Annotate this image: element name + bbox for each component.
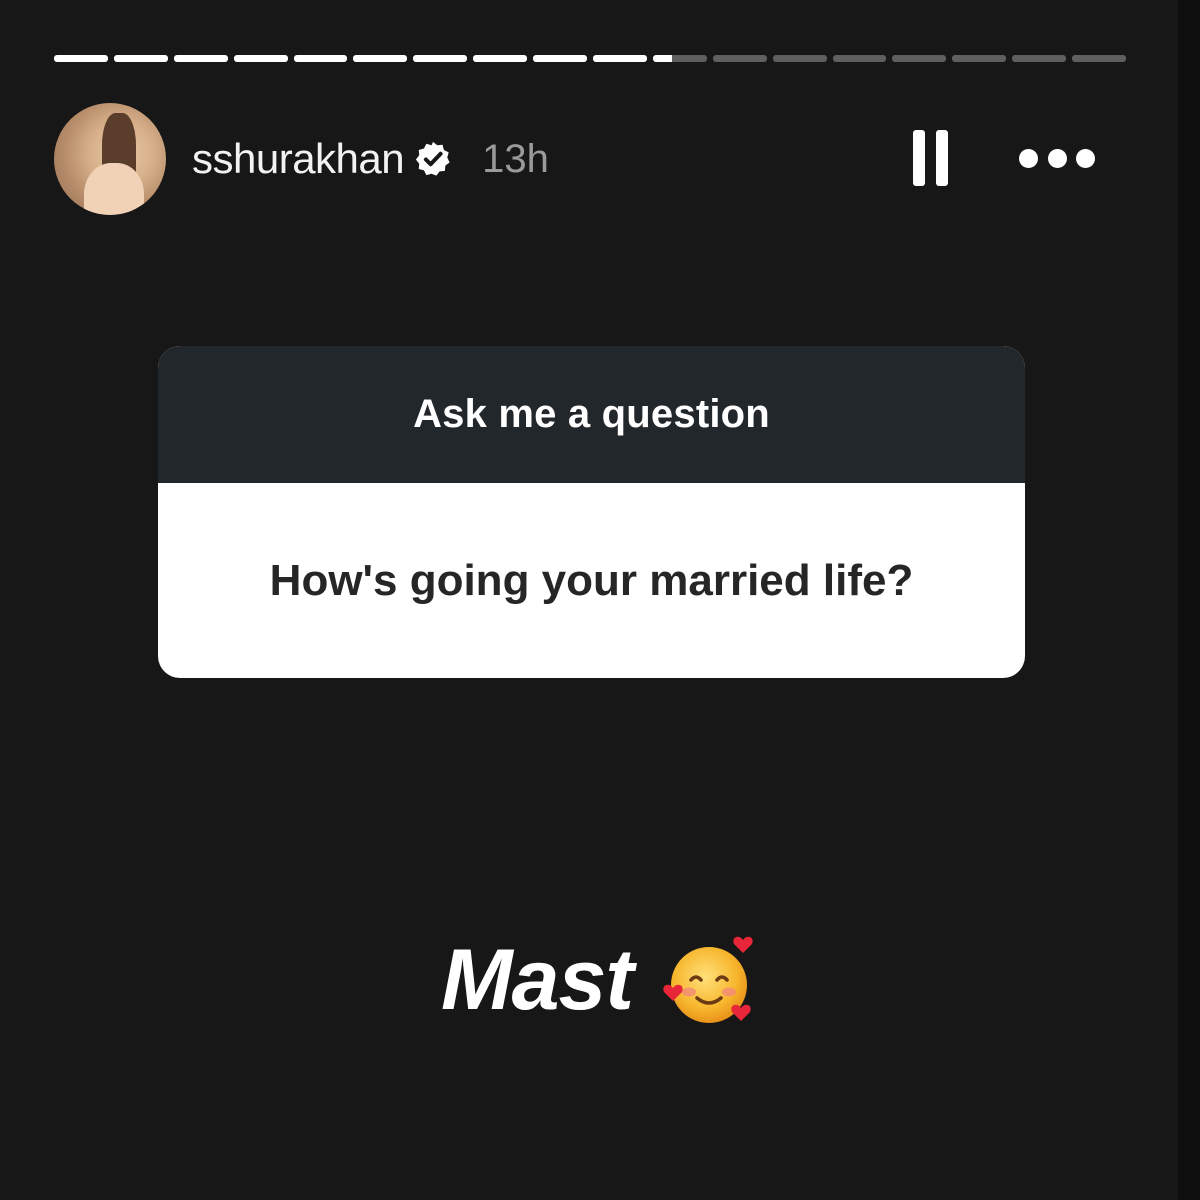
progress-segment: [952, 55, 1007, 62]
pause-button[interactable]: [913, 130, 949, 186]
story-header: sshurakhan 13h: [54, 103, 1134, 215]
more-options-button[interactable]: [1019, 147, 1095, 169]
progress-segment: [113, 55, 168, 62]
more-options-icon-dot: [1076, 148, 1095, 168]
profile-avatar[interactable]: [54, 103, 166, 215]
progress-segment: [173, 55, 228, 62]
progress-segment: [1072, 55, 1127, 62]
progress-segment: [832, 55, 887, 62]
smiling-face-with-hearts-emoji: [663, 936, 753, 1023]
more-options-icon-dot: [1047, 148, 1067, 168]
question-sticker-text: How's going your married life?: [269, 555, 914, 605]
more-options-icon-dot: [1019, 148, 1038, 168]
progress-segment: [1012, 55, 1067, 62]
progress-segment: [293, 55, 348, 62]
post-time: 13h: [482, 136, 549, 181]
progress-segment: [652, 55, 707, 62]
answer-caption: Mast: [0, 930, 1200, 1030]
progress-segment: [533, 55, 588, 62]
progress-segment: [233, 55, 288, 62]
progress-segment: [473, 55, 528, 62]
avatar-figure-shape: [84, 163, 144, 215]
progress-segment: [413, 55, 468, 62]
verified-badge-icon: [416, 141, 450, 176]
progress-segment: [54, 55, 108, 62]
progress-segment: [712, 55, 767, 62]
progress-segment: [892, 55, 947, 62]
pause-icon-bar-left: [913, 130, 925, 186]
progress-segment: [353, 55, 408, 62]
progress-segment: [772, 55, 827, 62]
answer-text: Mast: [441, 931, 634, 1028]
story-progress-bar: [54, 55, 1127, 62]
story-viewer[interactable]: sshurakhan 13h Ask me a question How's g…: [0, 0, 1200, 1200]
question-sticker[interactable]: Ask me a question How's going your marri…: [158, 346, 1025, 678]
progress-segment: [593, 55, 647, 62]
pause-icon-bar-right: [936, 130, 948, 186]
username-link[interactable]: sshurakhan: [192, 135, 405, 183]
question-sticker-title: Ask me a question: [158, 346, 1025, 483]
